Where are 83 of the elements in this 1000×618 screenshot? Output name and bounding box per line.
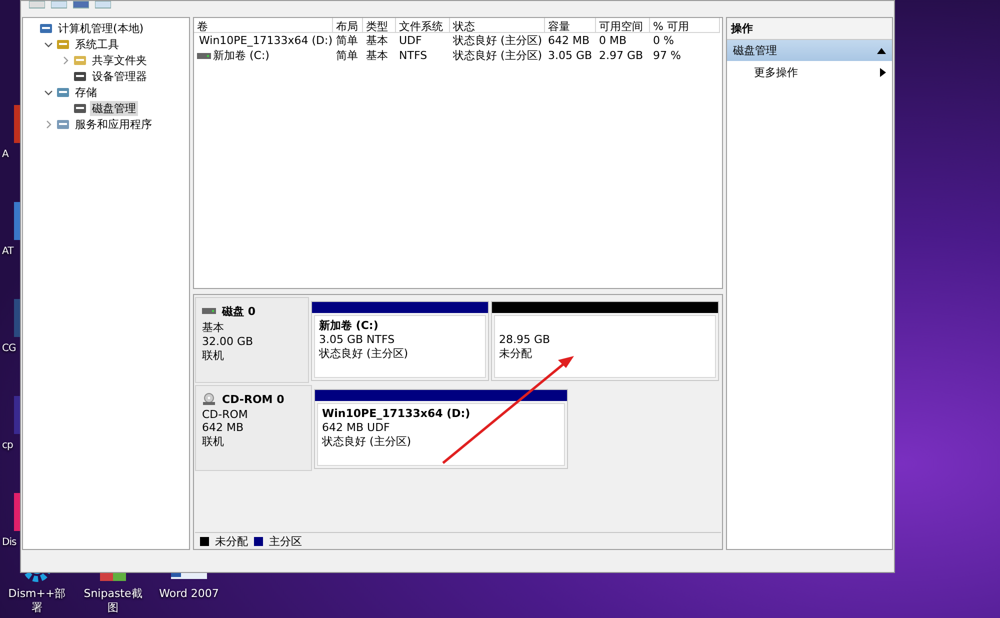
chevron-icon[interactable]	[44, 40, 53, 48]
table-cell: 0 MB	[599, 34, 627, 47]
disk-size: 642 MB	[202, 421, 245, 434]
desktop-icon-label: cp	[2, 440, 13, 451]
tree-item[interactable]: 设备管理器	[90, 68, 149, 84]
partition[interactable]: 28.95 GB 未分配	[491, 301, 719, 381]
desktop-icon-label: Word 2007	[158, 587, 220, 601]
column-header[interactable]: 文件系统	[396, 18, 450, 33]
chevron-icon[interactable]	[44, 88, 53, 96]
partition[interactable]: 新加卷 (C:) 3.05 GB NTFS 状态良好 (主分区)	[311, 301, 489, 381]
disk-size: 32.00 GB	[202, 335, 254, 348]
tree-item[interactable]: 存储	[73, 84, 99, 100]
toolbar-icon[interactable]	[73, 1, 89, 9]
drive-icon	[197, 52, 211, 58]
table-cell: 基本	[366, 33, 388, 48]
disk-info[interactable]: CD-ROM 0 CD-ROM 642 MB 联机	[195, 385, 312, 471]
table-cell: 0 %	[653, 34, 674, 47]
partition-status: 未分配	[499, 347, 533, 361]
partition[interactable]: Win10PE_17133x64 (D:) 642 MB UDF 状态良好 (主分区)	[314, 389, 568, 469]
disk-info[interactable]: 磁盘 0 基本 32.00 GB 联机	[195, 297, 309, 383]
table-cell: 新加卷 (C:)	[213, 48, 270, 63]
partition-detail: 3.05 GB NTFS	[319, 333, 396, 347]
desktop-icon-label: A	[2, 149, 8, 160]
column-header[interactable]: 可用空间	[596, 18, 650, 33]
tree-node-icon	[56, 86, 70, 98]
table-cell: 状态良好 (主分区)	[453, 33, 542, 48]
table-cell: 97 %	[653, 49, 681, 62]
table-cell: 简单	[336, 48, 358, 63]
table-cell: UDF	[399, 34, 422, 47]
disk-name: CD-ROM 0	[222, 392, 284, 406]
action-section[interactable]: 磁盘管理	[727, 40, 892, 61]
tree-node-icon	[56, 118, 70, 130]
partition-name: Win10PE_17133x64 (D:)	[322, 407, 472, 421]
disk-name: 磁盘 0	[222, 304, 256, 318]
disk-status: 联机	[202, 434, 225, 449]
column-header[interactable]: 类型	[363, 18, 396, 33]
tree-item[interactable]: 计算机管理(本地)	[56, 20, 146, 36]
tree-item[interactable]: 共享文件夹	[90, 52, 149, 68]
tree-node-icon	[73, 54, 87, 66]
toolbar-icon[interactable]	[95, 1, 111, 9]
disk-status: 联机	[202, 348, 225, 363]
column-header[interactable]: 布局	[333, 18, 363, 33]
column-header[interactable]: 卷	[194, 18, 333, 33]
drive-icon	[202, 308, 216, 314]
tree-item[interactable]: 服务和应用程序	[73, 116, 154, 132]
partition-name: 新加卷 (C:)	[319, 319, 380, 333]
collapse-arrow-icon[interactable]	[877, 48, 886, 54]
column-header[interactable]: 状态	[450, 18, 545, 33]
column-header[interactable]: % 可用	[650, 18, 720, 33]
partition-status: 状态良好 (主分区)	[319, 347, 410, 361]
table-cell: Win10PE_17133x64 (D:)	[199, 34, 332, 47]
toolbar-icon[interactable]	[51, 1, 67, 9]
table-cell: 状态良好 (主分区)	[453, 48, 542, 63]
tree-node-icon	[73, 70, 87, 82]
table-cell: 642 MB	[548, 34, 590, 47]
submenu-arrow-icon	[880, 68, 886, 77]
table-cell: 2.97 GB	[599, 49, 644, 62]
action-item[interactable]: 更多操作	[727, 61, 892, 84]
disk-type: 基本	[202, 320, 225, 335]
partition-detail: 28.95 GB	[499, 333, 552, 347]
tree-node-icon	[39, 22, 53, 34]
tree-node-icon	[73, 102, 87, 114]
desktop-icon-label: CG	[2, 343, 16, 354]
table-cell: NTFS	[399, 49, 428, 62]
desktop-icon-label: Dism++部署	[7, 587, 67, 615]
table-cell: 3.05 GB	[548, 49, 592, 62]
toolbar-icon[interactable]	[29, 1, 45, 9]
tree-item[interactable]: 磁盘管理	[90, 100, 138, 116]
cd-drive-icon	[202, 392, 216, 406]
partition-detail: 642 MB UDF	[322, 421, 391, 435]
table-cell: 简单	[336, 33, 358, 48]
disk-type: CD-ROM	[202, 408, 249, 421]
column-header[interactable]: 容量	[545, 18, 596, 33]
tree-node-icon	[56, 38, 70, 50]
tree-item[interactable]: 系统工具	[73, 36, 121, 52]
pane-title: 操作	[727, 18, 892, 40]
desktop-icon-label: Snipaste截图	[82, 587, 144, 615]
legend-label: 未分配	[215, 534, 248, 548]
partition-status: 状态良好 (主分区)	[322, 435, 412, 449]
desktop-icon-label: AT	[2, 246, 14, 257]
desktop-icon-label: Dis	[2, 537, 16, 548]
legend-label: 主分区	[269, 534, 302, 548]
table-cell: 基本	[366, 48, 388, 63]
